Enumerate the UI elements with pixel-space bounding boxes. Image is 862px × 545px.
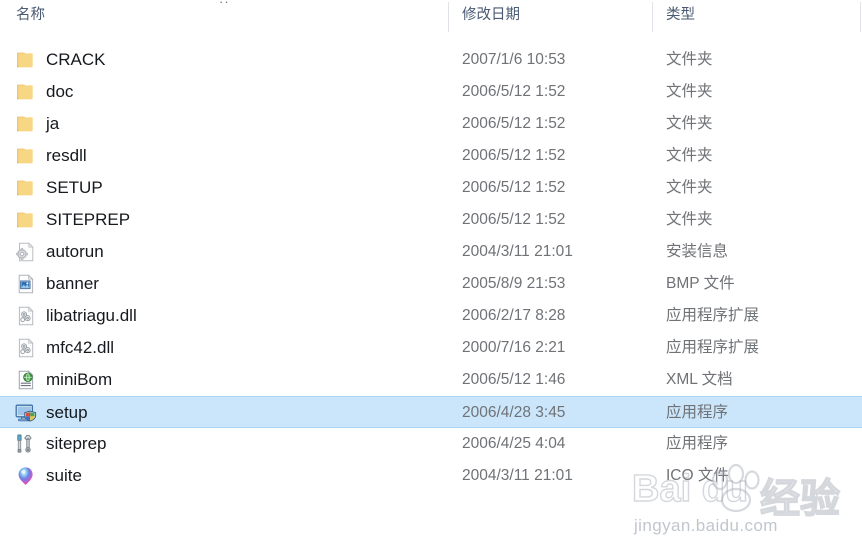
folder-icon — [14, 209, 38, 231]
file-type-cell: 文件夹 — [666, 83, 713, 100]
file-date-cell: 2007/1/6 10:53 — [462, 51, 566, 68]
file-type-cell: 文件夹 — [666, 115, 713, 132]
file-name-cell[interactable]: SETUP — [14, 172, 434, 204]
file-name-cell[interactable]: doc — [14, 76, 434, 108]
file-date-cell: 2006/2/17 8:28 — [462, 307, 566, 324]
tools-icon — [14, 433, 38, 455]
file-name-label: mfc42.dll — [46, 338, 115, 357]
column-divider-name-date[interactable] — [448, 2, 449, 32]
table-row[interactable]: mfc42.dll 2000/7/16 2:21 应用程序扩展 — [0, 332, 862, 364]
file-name-label: autorun — [46, 242, 104, 261]
file-type-cell: 应用程序 — [666, 404, 729, 421]
file-name-label: suite — [46, 466, 82, 485]
column-header-name[interactable]: 名称 — [16, 0, 45, 33]
file-list: CRACK 2007/1/6 10:53 文件夹 doc 2006/5/12 1:52 文… — [0, 44, 862, 492]
file-name-cell[interactable]: autorun — [14, 236, 434, 268]
file-type-cell: 应用程序 — [666, 435, 729, 452]
file-name-label: ja — [46, 114, 60, 133]
table-row[interactable]: setup 2006/4/28 3:45 应用程序 — [0, 396, 862, 428]
file-type-cell: 文件夹 — [666, 147, 713, 164]
file-name-cell[interactable]: siteprep — [14, 428, 434, 460]
file-type-cell: 文件夹 — [666, 211, 713, 228]
file-date-cell: 2006/4/25 4:04 — [462, 435, 566, 452]
file-type-cell: ICO 文件 — [666, 467, 729, 484]
file-name-label: SITEPREP — [46, 210, 131, 229]
file-name-cell[interactable]: miniBom — [14, 364, 434, 396]
file-name-cell[interactable]: banner — [14, 268, 434, 300]
file-name-cell[interactable]: CRACK — [14, 44, 434, 76]
table-row[interactable]: banner 2005/8/9 21:53 BMP 文件 — [0, 268, 862, 300]
setup-information-icon — [14, 241, 38, 263]
file-date-cell: 2006/5/12 1:52 — [462, 83, 566, 100]
file-name-cell[interactable]: mfc42.dll — [14, 332, 434, 364]
application-shield-icon — [14, 402, 38, 424]
file-name-cell[interactable]: libatriagu.dll — [14, 300, 434, 332]
table-row[interactable]: suite 2004/3/11 21:01 ICO 文件 — [0, 460, 862, 492]
file-type-cell: 文件夹 — [666, 51, 713, 68]
folder-icon — [14, 177, 38, 199]
file-name-label: miniBom — [46, 370, 113, 389]
file-name-cell[interactable]: resdll — [14, 140, 434, 172]
file-date-cell: 2006/5/12 1:52 — [462, 179, 566, 196]
folder-icon — [14, 145, 38, 167]
dll-icon — [14, 305, 38, 327]
column-divider-date-type[interactable] — [652, 2, 653, 32]
xml-document-icon — [14, 369, 38, 391]
file-name-label: SETUP — [46, 178, 103, 197]
file-date-cell: 2006/5/12 1:52 — [462, 147, 566, 164]
file-name-label: resdll — [46, 146, 87, 165]
file-date-cell: 2006/5/12 1:52 — [462, 211, 566, 228]
table-row[interactable]: SITEPREP 2006/5/12 1:52 文件夹 — [0, 204, 862, 236]
table-row[interactable]: doc 2006/5/12 1:52 文件夹 — [0, 76, 862, 108]
table-row[interactable]: miniBom 2006/5/12 1:46 XML 文档 — [0, 364, 862, 396]
dll-icon — [14, 337, 38, 359]
file-type-cell: XML 文档 — [666, 371, 733, 388]
file-date-cell: 2006/4/28 3:45 — [462, 404, 566, 421]
file-date-cell: 2006/5/12 1:46 — [462, 371, 566, 388]
ico-balloon-icon — [14, 465, 38, 487]
column-header-bar: 名称 修改日期 类型 — [0, 0, 862, 33]
table-row[interactable]: resdll 2006/5/12 1:52 文件夹 — [0, 140, 862, 172]
file-type-cell: 文件夹 — [666, 179, 713, 196]
file-name-cell[interactable]: suite — [14, 460, 434, 492]
file-name-label: siteprep — [46, 434, 107, 453]
file-type-cell: 应用程序扩展 — [666, 307, 760, 324]
folder-icon — [14, 113, 38, 135]
column-header-date-modified[interactable]: 修改日期 — [462, 0, 520, 33]
column-header-type[interactable]: 类型 — [666, 0, 695, 33]
folder-icon — [14, 49, 38, 71]
file-name-cell[interactable]: SITEPREP — [14, 204, 434, 236]
file-name-cell[interactable]: setup — [14, 397, 434, 429]
file-date-cell: 2004/3/11 21:01 — [462, 243, 573, 260]
table-row[interactable]: SETUP 2006/5/12 1:52 文件夹 — [0, 172, 862, 204]
bitmap-image-icon — [14, 273, 38, 295]
file-name-label: doc — [46, 82, 74, 101]
file-name-cell[interactable]: ja — [14, 108, 434, 140]
column-divider-type-end[interactable] — [860, 2, 861, 32]
table-row[interactable]: autorun 2004/3/11 21:01 安装信息 — [0, 236, 862, 268]
table-row[interactable]: libatriagu.dll 2006/2/17 8:28 应用程序扩展 — [0, 300, 862, 332]
table-row[interactable]: ja 2006/5/12 1:52 文件夹 — [0, 108, 862, 140]
file-type-cell: BMP 文件 — [666, 275, 735, 292]
file-date-cell: 2000/7/16 2:21 — [462, 339, 566, 356]
file-name-label: CRACK — [46, 50, 106, 69]
file-type-cell: 安装信息 — [666, 243, 729, 260]
file-type-cell: 应用程序扩展 — [666, 339, 760, 356]
folder-icon — [14, 81, 38, 103]
table-row[interactable]: CRACK 2007/1/6 10:53 文件夹 — [0, 44, 862, 76]
file-date-cell: 2004/3/11 21:01 — [462, 467, 573, 484]
watermark-url: jingyan.baidu.com — [634, 516, 778, 535]
file-name-label: banner — [46, 274, 99, 293]
file-name-label: libatriagu.dll — [46, 306, 137, 325]
file-date-cell: 2006/5/12 1:52 — [462, 115, 566, 132]
file-name-label: setup — [46, 403, 88, 422]
table-row[interactable]: siteprep 2006/4/25 4:04 应用程序 — [0, 428, 862, 460]
file-date-cell: 2005/8/9 21:53 — [462, 275, 566, 292]
file-explorer-list-view: ·· 名称 修改日期 类型 CRACK 2007/1/6 10:53 文件夹 doc 2… — [0, 0, 862, 545]
